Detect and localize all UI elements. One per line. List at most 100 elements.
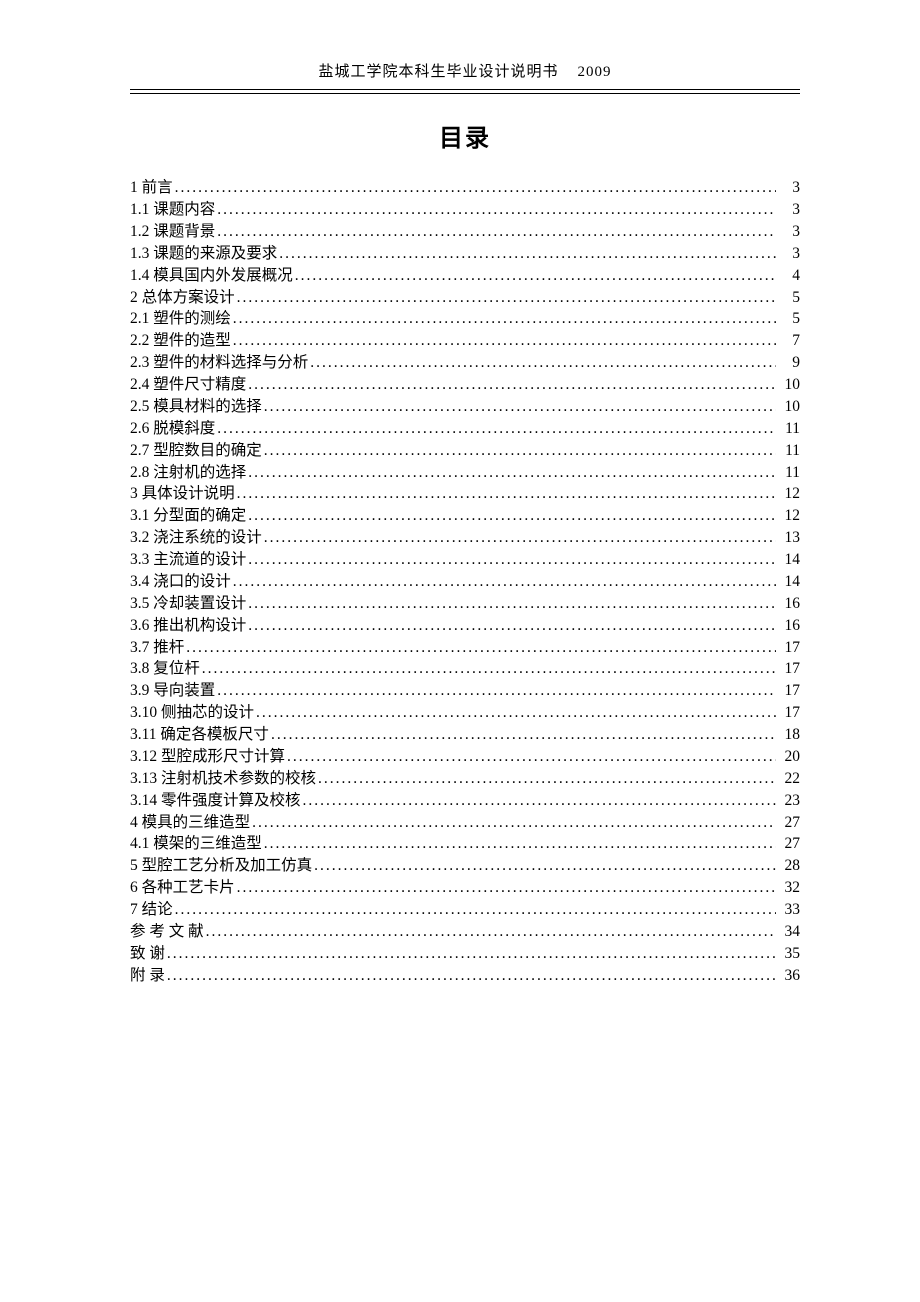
toc-label: 3.3 主流道的设计 [130, 552, 246, 568]
toc-row: 3 具体设计说明 12 [130, 483, 800, 505]
toc-page-number: 11 [776, 443, 800, 459]
toc-dots [215, 683, 776, 699]
toc-page-number: 23 [776, 793, 800, 809]
toc-label: 2 总体方案设计 [130, 290, 235, 306]
toc-dots [246, 465, 776, 481]
toc-dots [246, 596, 776, 612]
toc-row: 2.3 塑件的材料选择与分析9 [130, 352, 800, 374]
toc-page-number: 3 [776, 202, 800, 218]
header-rule [130, 89, 800, 94]
toc-label: 2.7 型腔数目的确定 [130, 443, 262, 459]
toc-row: 2.4 塑件尺寸精度10 [130, 374, 800, 396]
toc-dots [316, 771, 776, 787]
toc-label: 3.7 推杆 [130, 640, 184, 656]
toc-page-number: 10 [776, 399, 800, 415]
toc-label: 致 谢 [130, 946, 165, 962]
toc-label: 2.5 模具材料的选择 [130, 399, 262, 415]
toc-label: 4 模具的三维造型 [130, 815, 250, 831]
toc-row: 3.12 型腔成形尺寸计算 20 [130, 746, 800, 768]
toc-row: 2.7 型腔数目的确定 11 [130, 440, 800, 462]
toc-dots [165, 946, 776, 962]
toc-dots [235, 486, 776, 502]
toc-row: 2 总体方案设计 5 [130, 286, 800, 308]
toc-page-number: 18 [776, 727, 800, 743]
toc-page-number: 3 [776, 246, 800, 262]
toc-row: 参 考 文 献 34 [130, 921, 800, 943]
toc-label: 3.2 浇注系统的设计 [130, 530, 262, 546]
toc-row: 6 各种工艺卡片32 [130, 877, 800, 899]
toc-row: 3.11 确定各模板尺寸18 [130, 724, 800, 746]
toc-label: 3.14 零件强度计算及校核 [130, 793, 301, 809]
toc-page-number: 17 [776, 705, 800, 721]
toc-dots [215, 421, 776, 437]
toc-row: 3.1 分型面的确定12 [130, 505, 800, 527]
toc-label: 2.4 塑件尺寸精度 [130, 377, 246, 393]
toc-row: 3.9 导向装置17 [130, 680, 800, 702]
toc-row: 3.3 主流道的设计 14 [130, 549, 800, 571]
toc-dots [254, 705, 776, 721]
toc-dots [200, 661, 776, 677]
toc-dots [250, 815, 776, 831]
toc-dots [301, 793, 776, 809]
toc-dots [246, 552, 776, 568]
toc-label: 附 录 [130, 968, 165, 984]
toc-label: 3.1 分型面的确定 [130, 508, 246, 524]
toc-row: 1.2 课题背景3 [130, 221, 800, 243]
toc-label: 3.8 复位杆 [130, 661, 200, 677]
toc-label: 4.1 模架的三维造型 [130, 836, 262, 852]
toc-row: 3.2 浇注系统的设计13 [130, 527, 800, 549]
toc-page-number: 28 [776, 858, 800, 874]
toc-page-number: 17 [776, 661, 800, 677]
toc-row: 7 结论33 [130, 899, 800, 921]
toc-page-number: 32 [776, 880, 800, 896]
toc-row: 1 前言3 [130, 177, 800, 199]
toc-page-number: 20 [776, 749, 800, 765]
toc-row: 2.8 注射机的选择 11 [130, 461, 800, 483]
header-institution: 盐城工学院本科生毕业设计说明书 [318, 64, 558, 80]
toc-page-number: 27 [776, 836, 800, 852]
toc-page-number: 14 [776, 552, 800, 568]
toc-label: 参 考 文 献 [130, 924, 204, 940]
toc-page-number: 11 [776, 465, 800, 481]
toc-label: 1.1 课题内容 [130, 202, 215, 218]
toc-page-number: 17 [776, 640, 800, 656]
toc-page-number: 7 [776, 333, 800, 349]
toc-dots [246, 508, 776, 524]
toc-row: 2.1 塑件的测绘5 [130, 308, 800, 330]
toc-page-number: 34 [776, 924, 800, 940]
toc-dots [173, 902, 776, 918]
toc-page-number: 27 [776, 815, 800, 831]
toc-dots [312, 858, 776, 874]
toc-title: 目录 [130, 118, 800, 153]
toc-page-number: 17 [776, 683, 800, 699]
toc-page-number: 14 [776, 574, 800, 590]
toc-page-number: 5 [776, 290, 800, 306]
toc-label: 1.3 课题的来源及要求 [130, 246, 277, 262]
toc-row: 附 录36 [130, 965, 800, 987]
toc-label: 2.8 注射机的选择 [130, 465, 246, 481]
toc-label: 2.1 塑件的测绘 [130, 311, 231, 327]
toc-label: 3 具体设计说明 [130, 486, 235, 502]
toc-row: 1.4 模具国内外发展概况4 [130, 265, 800, 287]
toc-page-number: 4 [776, 268, 800, 284]
toc-page-number: 3 [776, 224, 800, 240]
toc-row: 3.4 浇口的设计14 [130, 571, 800, 593]
toc-row: 3.7 推杆 17 [130, 636, 800, 658]
toc-dots [215, 224, 776, 240]
toc-label: 5 型腔工艺分析及加工仿真 [130, 858, 312, 874]
toc-label: 2.3 塑件的材料选择与分析 [130, 355, 308, 371]
toc-row: 2.5 模具材料的选择 10 [130, 396, 800, 418]
toc-dots [231, 574, 776, 590]
toc-dots [173, 180, 776, 196]
toc-dots [308, 355, 776, 371]
toc-label: 3.12 型腔成形尺寸计算 [130, 749, 285, 765]
toc-page-number: 16 [776, 618, 800, 634]
toc-page-number: 33 [776, 902, 800, 918]
toc-row: 3.14 零件强度计算及校核 23 [130, 790, 800, 812]
toc-dots [235, 880, 776, 896]
toc-page-number: 22 [776, 771, 800, 787]
toc-row: 4.1 模架的三维造型 27 [130, 833, 800, 855]
toc-page-number: 12 [776, 486, 800, 502]
table-of-contents: 1 前言31.1 课题内容31.2 课题背景31.3 课题的来源及要求31.4 … [130, 177, 800, 986]
toc-row: 3.6 推出机构设计16 [130, 615, 800, 637]
